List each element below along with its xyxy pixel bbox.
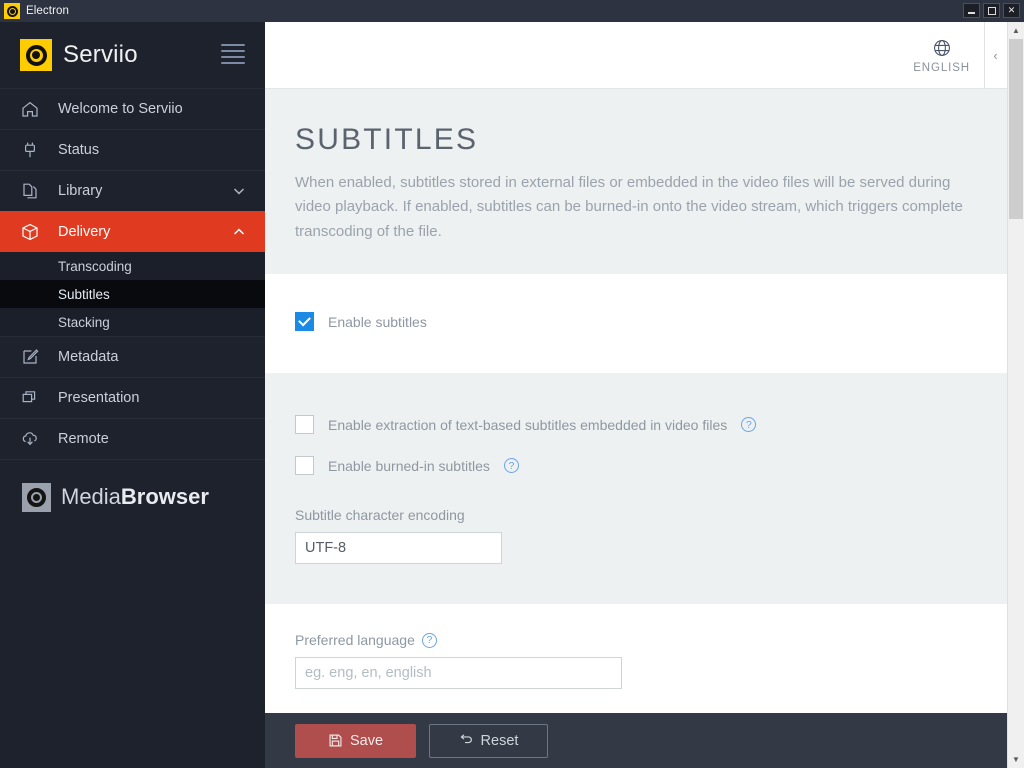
close-icon: ✕ (1008, 6, 1016, 15)
sidebar-subitem-stacking[interactable]: Stacking (0, 308, 265, 336)
sidebar-subitem-subtitles[interactable]: Subtitles (0, 280, 265, 308)
page-title: SUBTITLES (295, 123, 994, 157)
save-button[interactable]: Save (295, 724, 416, 758)
window-title: Electron (26, 5, 69, 17)
main-content: ENGLISH ‹ SUBTITLES When enabled, subtit… (265, 22, 1024, 768)
globe-icon (931, 37, 953, 59)
character-encoding-input[interactable] (295, 532, 502, 564)
sidebar-item-label: Metadata (58, 349, 118, 365)
settings-scroll-area[interactable]: SUBTITLES When enabled, subtitles stored… (265, 89, 1024, 768)
sidebar-subitem-label: Transcoding (58, 259, 132, 274)
enable-extraction-row: Enable extraction of text-based subtitle… (295, 415, 994, 434)
language-switcher[interactable]: ENGLISH (913, 37, 970, 74)
sidebar-item-welcome[interactable]: Welcome to Serviio (0, 88, 265, 129)
undo-arrow-icon (459, 733, 474, 748)
serviio-logo-icon (4, 3, 20, 19)
mediabrowser-label-light: Media (61, 484, 121, 509)
character-encoding-field: Subtitle character encoding (295, 507, 994, 564)
sidebar-filler (0, 534, 265, 768)
sidebar-subitem-label: Stacking (58, 315, 110, 330)
enable-subtitles-row: Enable subtitles (295, 312, 994, 331)
enable-extraction-label: Enable extraction of text-based subtitle… (328, 417, 727, 433)
sidebar-item-remote[interactable]: Remote (0, 418, 265, 459)
vertical-scrollbar[interactable]: ▲ ▼ (1007, 22, 1024, 768)
enable-subtitles-section: Enable subtitles (265, 274, 1024, 373)
preferred-language-help-icon[interactable]: ? (422, 633, 437, 648)
sidebar-subitem-label: Subtitles (58, 287, 110, 302)
reset-button-label: Reset (481, 733, 519, 749)
files-icon (20, 181, 46, 201)
cloud-download-icon (20, 429, 46, 449)
sidebar-subitem-transcoding[interactable]: Transcoding (0, 252, 265, 280)
enable-subtitles-checkbox[interactable] (295, 312, 314, 331)
preferred-language-label-wrap: Preferred language ? (295, 632, 994, 648)
reset-button[interactable]: Reset (429, 724, 548, 758)
sidebar-item-metadata[interactable]: Metadata (0, 336, 265, 377)
sidebar-item-status[interactable]: Status (0, 129, 265, 170)
page-description: When enabled, subtitles stored in extern… (295, 171, 965, 244)
pencil-square-icon (20, 347, 46, 367)
plug-icon (20, 140, 46, 160)
language-label: ENGLISH (913, 62, 970, 74)
home-icon (20, 99, 46, 119)
sidebar-item-label: Welcome to Serviio (58, 101, 183, 117)
preferred-language-label: Preferred language (295, 632, 415, 648)
enable-burned-in-row: Enable burned-in subtitles ? (295, 456, 994, 475)
package-icon (20, 222, 46, 242)
sidebar: Serviio Welcome to Serviio (0, 22, 265, 768)
serviio-logo-icon (20, 39, 52, 71)
save-button-label: Save (350, 733, 383, 749)
sidebar-item-label: Delivery (58, 224, 110, 240)
scroll-up-button[interactable]: ▲ (1008, 22, 1024, 39)
enable-burned-in-label: Enable burned-in subtitles (328, 458, 490, 474)
chevron-down-icon[interactable] (231, 183, 247, 199)
sidebar-item-delivery[interactable]: Delivery (0, 211, 265, 252)
close-button[interactable]: ✕ (1003, 3, 1020, 18)
scroll-down-button[interactable]: ▼ (1008, 751, 1024, 768)
mediabrowser-label-bold: Browser (121, 484, 209, 509)
sidebar-item-label: Library (58, 183, 102, 199)
window-body: Serviio Welcome to Serviio (0, 22, 1024, 768)
sidebar-item-label: Remote (58, 431, 109, 447)
sidebar-item-label: Presentation (58, 390, 139, 406)
character-encoding-label: Subtitle character encoding (295, 507, 994, 523)
chevron-left-icon[interactable]: ‹ (984, 22, 1006, 89)
enable-burned-in-checkbox[interactable] (295, 456, 314, 475)
mediabrowser-logo[interactable]: MediaBrowser (0, 460, 265, 534)
sidebar-item-label: Status (58, 142, 99, 158)
minimize-button[interactable] (963, 3, 980, 18)
enable-subtitles-label: Enable subtitles (328, 314, 427, 330)
window-titlebar: Electron ✕ (0, 0, 1024, 22)
preferred-language-input[interactable] (295, 657, 622, 689)
hamburger-icon[interactable] (221, 44, 245, 64)
sidebar-item-library[interactable]: Library (0, 170, 265, 211)
form-action-bar: Save Reset (265, 713, 1024, 768)
content-topbar: ENGLISH ‹ (265, 22, 1024, 89)
chevron-up-icon[interactable] (231, 224, 247, 240)
page-header-section: SUBTITLES When enabled, subtitles stored… (265, 89, 1024, 274)
floppy-disk-icon (328, 733, 343, 748)
window-controls: ✕ (963, 3, 1020, 18)
scrollbar-thumb[interactable] (1009, 39, 1023, 219)
sidebar-brand: Serviio (0, 22, 265, 88)
enable-burned-in-help-icon[interactable]: ? (504, 458, 519, 473)
collapse-glyph: ‹ (993, 48, 997, 63)
maximize-button[interactable] (983, 3, 1000, 18)
windows-icon (20, 388, 46, 408)
application-window: Electron ✕ Serviio (0, 0, 1024, 768)
brand-name: Serviio (63, 41, 138, 69)
subtitle-options-section: Enable extraction of text-based subtitle… (265, 373, 1024, 604)
enable-extraction-help-icon[interactable]: ? (741, 417, 756, 432)
mediabrowser-logo-icon (22, 483, 51, 512)
sidebar-item-presentation[interactable]: Presentation (0, 377, 265, 418)
mediabrowser-label: MediaBrowser (61, 484, 209, 510)
enable-extraction-checkbox[interactable] (295, 415, 314, 434)
scrollbar-track[interactable] (1008, 39, 1024, 751)
